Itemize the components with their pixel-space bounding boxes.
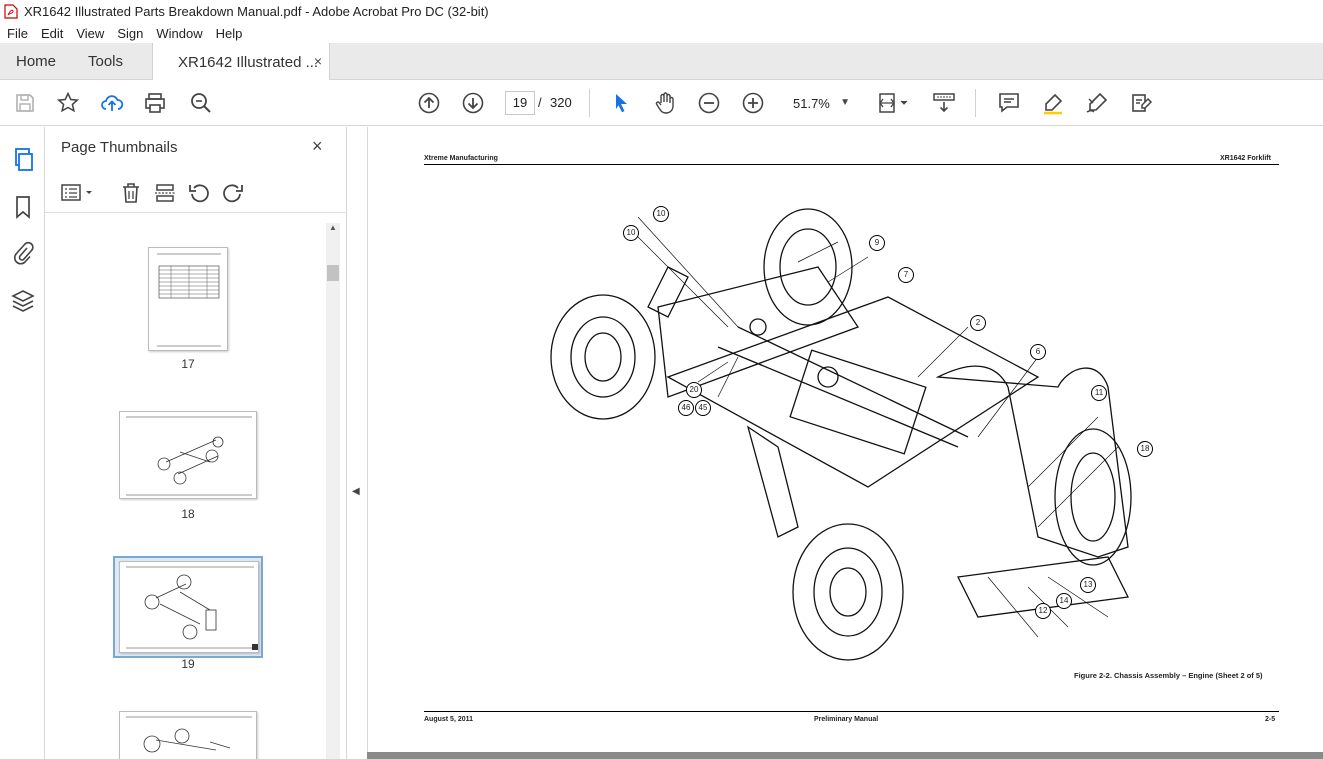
document-viewer[interactable]: Xtreme Manufacturing XR1642 Forklift 10 … (367, 127, 1323, 759)
page-header-left: Xtreme Manufacturing (424, 155, 498, 162)
toolbar-divider (975, 89, 976, 117)
page-thumbnail-17[interactable] (148, 247, 228, 351)
tab-bar: Home Tools XR1642 Illustrated ... × (0, 43, 1323, 81)
sign-icon[interactable] (1084, 90, 1110, 116)
callout-13: 13 (1080, 577, 1096, 593)
upload-cloud-icon[interactable] (99, 90, 125, 116)
close-panel-icon[interactable]: × (312, 136, 323, 157)
rotate-clockwise-icon[interactable] (221, 181, 245, 205)
footer-center: Preliminary Manual (814, 716, 879, 723)
menu-help[interactable]: Help (209, 26, 249, 41)
scroll-mode-icon[interactable] (931, 90, 957, 116)
thumbnail-toolbar (45, 173, 347, 213)
page-17-preview (157, 253, 221, 347)
callout-18: 18 (1137, 441, 1153, 457)
chevron-down-icon: ▼ (840, 97, 850, 108)
left-navigation-rail (0, 127, 45, 759)
callout-2: 2 (970, 315, 986, 331)
print-icon[interactable] (142, 90, 168, 116)
collapse-panel-icon[interactable]: ◀ (352, 486, 360, 497)
footer-rule (424, 711, 1279, 712)
page-thumbnail-18[interactable] (119, 411, 257, 499)
toolbar: 19 / 320 51.7% ▼ (0, 80, 1323, 126)
toolbar-divider (589, 89, 590, 117)
delete-page-icon[interactable] (119, 181, 143, 205)
hand-icon[interactable] (652, 90, 678, 116)
callout-45: 45 (695, 400, 711, 416)
pdf-page: Xtreme Manufacturing XR1642 Forklift 10 … (368, 127, 1323, 752)
thumbnail-label: 19 (181, 657, 195, 671)
page-thumbnails-icon[interactable] (10, 147, 36, 173)
callout-10b: 10 (623, 225, 639, 241)
callout-9: 9 (869, 235, 885, 251)
thumbnail-list: 17 18 19 (45, 213, 325, 759)
chassis-assembly-illustration (550, 208, 1132, 661)
layers-icon[interactable] (10, 288, 36, 314)
panel-title: Page Thumbnails (61, 139, 178, 156)
callout-6: 6 (1030, 344, 1046, 360)
scroll-up-arrow-icon[interactable]: ▲ (329, 223, 337, 232)
menu-bar: File Edit View Sign Window Help (0, 23, 1323, 43)
callout-10a: 10 (653, 206, 669, 222)
page-up-icon[interactable] (416, 90, 442, 116)
search-zoom-icon[interactable] (188, 90, 214, 116)
tab-document-label: XR1642 Illustrated ... (178, 53, 319, 71)
acrobat-pdf-icon (4, 4, 18, 19)
scrollbar-thumb[interactable] (327, 265, 339, 281)
menu-window[interactable]: Window (149, 26, 208, 41)
page-number-input[interactable]: 19 (505, 91, 535, 115)
footer-page-number: 2-5 (1265, 716, 1276, 723)
save-icon[interactable] (12, 90, 38, 116)
page-thumbnails-panel: Page Thumbnails × 17 18 19 ▲ (45, 127, 347, 759)
page-thumbnail-19[interactable] (119, 561, 259, 653)
callout-7: 7 (898, 267, 914, 283)
callout-20: 20 (686, 382, 702, 398)
window-title: XR1642 Illustrated Parts Breakdown Manua… (24, 4, 489, 19)
tab-tools[interactable]: Tools (88, 43, 123, 80)
callout-46: 46 (678, 400, 694, 416)
menu-sign[interactable]: Sign (110, 26, 149, 41)
bookmarks-icon[interactable] (10, 194, 36, 220)
figure-caption: Figure 2-2. Chassis Assembly – Engine (S… (1074, 671, 1263, 680)
options-menu-icon[interactable] (61, 181, 95, 205)
attachments-icon[interactable] (10, 240, 36, 266)
fill-sign-icon[interactable] (1128, 90, 1154, 116)
comment-icon[interactable] (996, 90, 1022, 116)
page-separator: / (538, 95, 542, 110)
menu-file[interactable]: File (0, 26, 34, 41)
bookmark-star-icon[interactable] (55, 90, 81, 116)
page-20-preview (126, 716, 252, 753)
close-tab-icon[interactable]: × (314, 53, 322, 69)
select-arrow-icon[interactable] (608, 90, 634, 116)
zoom-in-icon[interactable] (740, 90, 766, 116)
callout-12: 12 (1035, 603, 1051, 619)
page-fit-icon[interactable] (877, 90, 913, 116)
menu-edit[interactable]: Edit (34, 26, 69, 41)
thumbnail-label: 18 (181, 507, 195, 521)
menu-view[interactable]: View (69, 26, 110, 41)
footer-date: August 5, 2011 (424, 716, 474, 723)
page-thumbnail-20[interactable] (119, 711, 257, 759)
page-19-preview (126, 566, 258, 650)
zoom-dropdown[interactable]: 51.7% ▼ (784, 91, 856, 115)
zoom-out-icon[interactable] (696, 90, 722, 116)
thumbnail-label: 17 (181, 357, 195, 371)
page-header-right: XR1642 Forklift (1220, 155, 1271, 162)
page-down-icon[interactable] (460, 90, 486, 116)
extract-page-icon[interactable] (153, 181, 177, 205)
page-18-preview (126, 416, 252, 496)
callout-11: 11 (1091, 385, 1107, 401)
total-pages: 320 (550, 95, 572, 110)
header-rule (424, 164, 1279, 165)
title-bar: XR1642 Illustrated Parts Breakdown Manua… (0, 0, 1323, 23)
zoom-value: 51.7% (793, 95, 830, 111)
viewer-page-gap (367, 752, 1323, 759)
callout-14: 14 (1056, 593, 1072, 609)
rotate-counterclockwise-icon[interactable] (187, 181, 211, 205)
tab-home[interactable]: Home (16, 43, 56, 80)
thumbnail-scrollbar[interactable]: ▲ (326, 223, 340, 759)
tab-document[interactable]: XR1642 Illustrated ... × (152, 43, 330, 81)
highlight-pen-icon[interactable] (1040, 90, 1066, 116)
